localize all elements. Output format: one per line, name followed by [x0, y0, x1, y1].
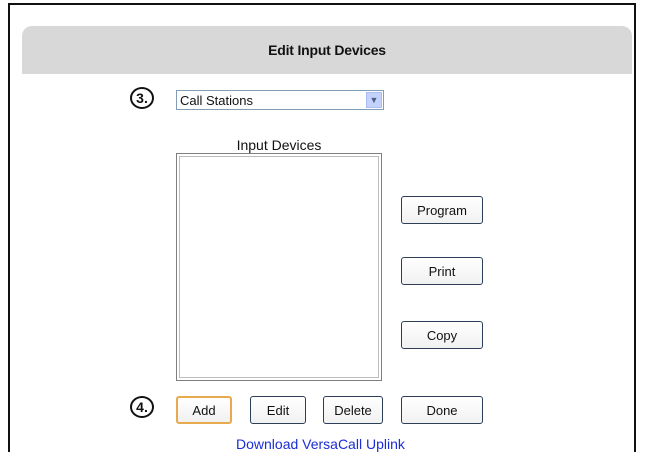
delete-button[interactable]: Delete: [323, 396, 383, 424]
add-button[interactable]: Add: [176, 396, 232, 424]
input-devices-listbox[interactable]: [176, 153, 382, 381]
step-3-marker: 3.: [130, 87, 154, 109]
edit-button[interactable]: Edit: [250, 396, 306, 424]
chevron-down-icon[interactable]: ▼: [366, 92, 382, 108]
panel-title: Edit Input Devices: [22, 26, 632, 74]
program-button[interactable]: Program: [401, 196, 483, 224]
device-type-selected-value: Call Stations: [180, 92, 253, 108]
input-devices-label: Input Devices: [236, 137, 322, 153]
download-uplink-link[interactable]: Download VersaCall Uplink: [236, 436, 405, 452]
step-4-marker: 4.: [130, 396, 154, 418]
listbox-inner-border: [179, 156, 379, 378]
copy-button[interactable]: Copy: [401, 321, 483, 349]
device-type-select[interactable]: Call Stations ▼: [176, 90, 384, 110]
print-button[interactable]: Print: [401, 257, 483, 285]
done-button[interactable]: Done: [401, 396, 483, 424]
